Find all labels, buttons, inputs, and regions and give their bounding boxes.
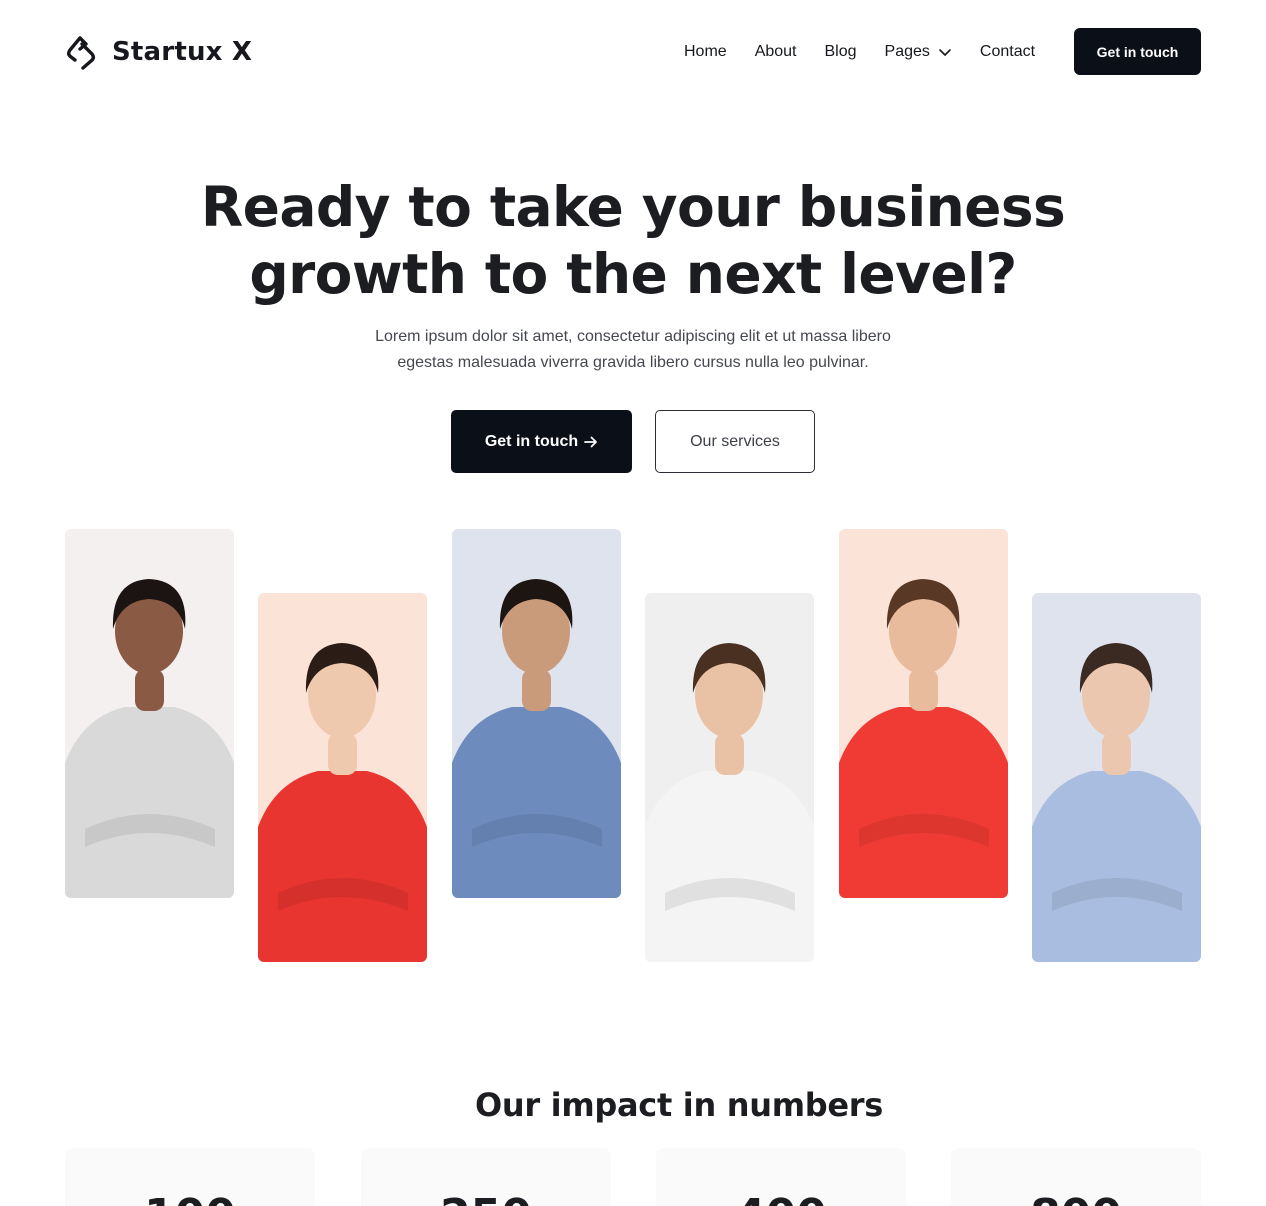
team-photo-2 <box>258 593 427 962</box>
header-get-in-touch-button[interactable]: Get in touch <box>1074 28 1201 75</box>
person-torso <box>1032 771 1201 962</box>
team-photo-1 <box>65 529 234 898</box>
hero-primary-label: Get in touch <box>484 432 579 450</box>
stat-card: 100 <box>65 1148 315 1206</box>
person-portrait <box>65 529 234 898</box>
link-logo-icon <box>67 36 95 70</box>
nav-home[interactable]: Home <box>684 43 727 61</box>
person-portrait <box>645 593 814 962</box>
hero-title-line1: Ready to take your business <box>200 175 1066 239</box>
person-neck <box>1102 733 1131 775</box>
brand-logo[interactable]: Startux X <box>66 32 252 72</box>
hero-subtitle: Lorem ipsum dolor sit amet, consectetur … <box>333 324 933 376</box>
person-torso <box>65 707 234 898</box>
person-torso <box>258 771 427 962</box>
site-header: Startux X Home About Blog Pages Contact … <box>0 0 1266 103</box>
hero-subtitle-line1: Lorem ipsum dolor sit amet, consectetur … <box>375 328 891 345</box>
stat-card: 250 <box>361 1148 611 1206</box>
stat-value: 400 <box>656 1190 906 1206</box>
nav-pages[interactable]: Pages <box>885 43 952 61</box>
hero-get-in-touch-button[interactable]: Get in touch <box>451 410 632 473</box>
stat-card: 800 <box>951 1148 1201 1206</box>
person-torso <box>452 707 621 898</box>
nav-pages-label: Pages <box>884 43 930 60</box>
stat-card: 400 <box>656 1148 906 1206</box>
our-services-button[interactable]: Our services <box>655 410 815 473</box>
stats-title: Our impact in numbers <box>474 1086 884 1124</box>
chevron-down-icon <box>939 49 951 56</box>
stat-value: 250 <box>361 1190 611 1206</box>
person-torso <box>839 707 1008 898</box>
team-photo-6 <box>1032 593 1201 962</box>
person-neck <box>909 669 938 711</box>
person-neck <box>715 733 744 775</box>
nav-about[interactable]: About <box>755 43 797 61</box>
main-menu: Home About Blog Pages Contact <box>684 40 1063 64</box>
hero-title: Ready to take your business growth to th… <box>0 174 1266 308</box>
brand-name: Startux X <box>112 37 253 67</box>
hero-title-line2: growth to the next level? <box>249 242 1017 306</box>
arrow-right-icon <box>584 436 598 447</box>
stat-value: 800 <box>951 1190 1201 1206</box>
team-photo-4 <box>645 593 814 962</box>
person-neck <box>328 733 357 775</box>
team-photo-3 <box>452 529 621 898</box>
stat-value: 100 <box>65 1190 315 1206</box>
person-portrait <box>452 529 621 898</box>
hero-subtitle-line2: egestas malesuada viverra gravida libero… <box>397 354 869 371</box>
person-torso <box>645 771 814 962</box>
nav-contact[interactable]: Contact <box>980 43 1035 61</box>
nav-blog[interactable]: Blog <box>825 43 857 61</box>
person-neck <box>135 669 164 711</box>
person-portrait <box>839 529 1008 898</box>
team-photo-5 <box>839 529 1008 898</box>
person-portrait <box>258 593 427 962</box>
person-portrait <box>1032 593 1201 962</box>
person-neck <box>522 669 551 711</box>
